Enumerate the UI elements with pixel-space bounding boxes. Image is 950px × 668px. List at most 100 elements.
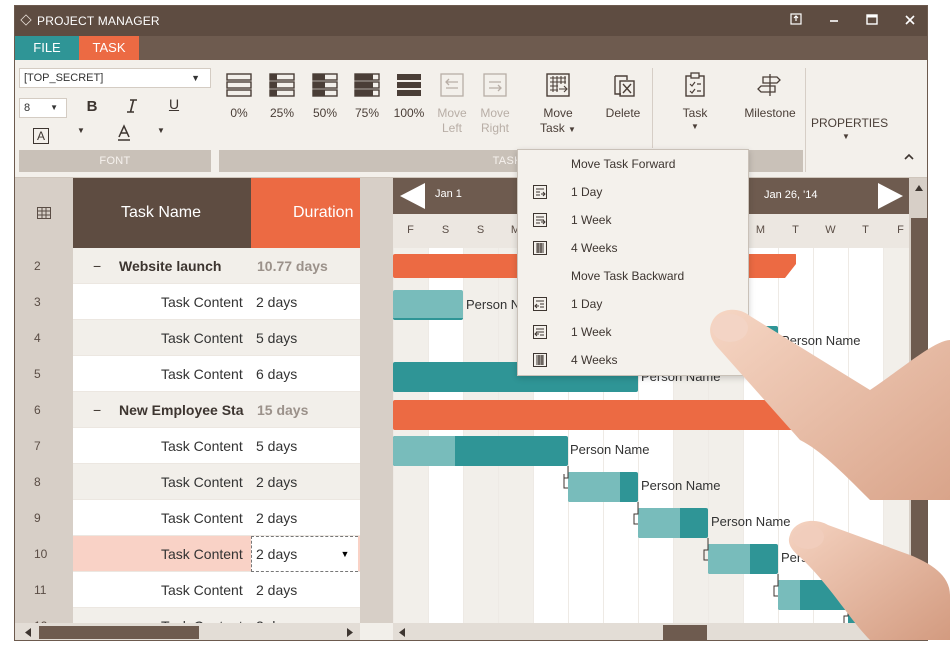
grid-icon[interactable] — [37, 207, 51, 219]
percent-100-button[interactable]: 100% — [391, 72, 427, 120]
move-forward-1-week[interactable]: 1 Week — [518, 206, 750, 234]
table-row[interactable]: 4 Task Content 5 days — [15, 320, 360, 356]
task-name: Task Content — [161, 582, 243, 598]
percent-75-button[interactable]: 75% — [351, 72, 383, 120]
table-row-selected[interactable]: 10 Task Content 2 days ▼ — [15, 536, 360, 572]
horizontal-scrollbar-grid[interactable] — [15, 623, 360, 640]
group-label-font: FONT — [19, 150, 211, 172]
delete-label: Delete — [605, 106, 641, 120]
chevron-down-icon: ▼ — [842, 132, 850, 141]
signpost-icon — [757, 74, 781, 96]
italic-button[interactable] — [123, 98, 141, 118]
percent-25-button[interactable]: 25% — [266, 72, 298, 120]
highlight-button[interactable] — [115, 124, 133, 146]
scroll-thumb[interactable] — [663, 625, 707, 640]
table-row[interactable]: 8 Task Content 2 days — [15, 464, 360, 500]
ribbon-divider — [652, 68, 653, 148]
app-icon — [20, 14, 32, 26]
task-name: Task Content — [161, 330, 243, 346]
window-title: PROJECT MANAGER — [37, 14, 160, 28]
move-task-label-1: Move — [543, 106, 573, 120]
close-button[interactable] — [901, 12, 919, 30]
table-row[interactable]: 6 − New Employee Sta 15 days — [15, 392, 360, 428]
move-right-button[interactable]: Move Right — [477, 72, 513, 136]
table-row[interactable]: 3 Task Content 2 days — [15, 284, 360, 320]
task-button[interactable]: Task ▼ — [675, 72, 715, 133]
font-color-dropdown[interactable]: ▼ — [77, 126, 85, 135]
tab-file[interactable]: FILE — [15, 36, 79, 60]
duration-editor-value: 2 days — [256, 546, 298, 562]
task-name: Task Content — [161, 294, 243, 310]
collapse-ribbon-button[interactable] — [901, 152, 917, 164]
move-task-icon — [546, 73, 570, 97]
duration-editor[interactable]: 2 days ▼ — [251, 536, 358, 572]
scroll-thumb[interactable] — [39, 626, 199, 639]
move-right-label-1: Move — [480, 106, 510, 120]
table-row[interactable]: 11 Task Content 2 days — [15, 572, 360, 608]
task-grid: Task Name Duration 2 − Website launch 10.7… — [15, 178, 360, 623]
move-right-icon — [483, 73, 507, 97]
underline-button[interactable]: U — [165, 96, 183, 112]
ribbon-divider — [805, 68, 806, 172]
move-left-button[interactable]: Move Left — [435, 72, 469, 136]
task-duration: 2 days — [256, 510, 298, 526]
move-forward-4-weeks[interactable]: 4 Weeks — [518, 234, 750, 262]
task-name: Task Content — [161, 546, 243, 562]
percent-50-label: 50% — [312, 106, 338, 120]
scroll-left-icon[interactable] — [25, 628, 31, 637]
restore-icon[interactable] — [787, 12, 805, 30]
font-size-select[interactable]: 8 ▼ — [19, 98, 67, 118]
menu-item-label: 1 Week — [571, 213, 612, 227]
font-color-button[interactable]: A — [33, 128, 49, 144]
delete-icon — [614, 75, 635, 97]
calendar-forward-icon — [533, 241, 547, 255]
percent-25-label: 25% — [269, 106, 295, 120]
percent-50-button[interactable]: 50% — [309, 72, 341, 120]
row-number: 5 — [34, 367, 41, 381]
task-name: New Employee Sta — [119, 402, 244, 418]
collapse-icon[interactable]: − — [93, 392, 101, 428]
font-name-select[interactable]: [TOP_SECRET] ▼ — [19, 68, 211, 88]
task-duration: 6 days — [256, 366, 298, 382]
chevron-down-icon[interactable]: ▼ — [332, 537, 358, 571]
scroll-right-icon[interactable] — [347, 628, 353, 637]
move-forward-1-day[interactable]: 1 Day — [518, 178, 750, 206]
task-name: Task Content — [161, 438, 243, 454]
task-duration: 15 days — [257, 402, 309, 418]
table-row[interactable]: 5 Task Content 6 days — [15, 356, 360, 392]
row-number: 9 — [34, 511, 41, 525]
hand-touch-image — [710, 309, 950, 500]
font-size-value: 8 — [24, 102, 31, 114]
move-task-button[interactable]: Move Task ▼ — [539, 72, 577, 137]
percent-0-button[interactable]: 0% — [223, 72, 255, 120]
chevron-down-icon: ▼ — [50, 103, 58, 112]
bold-button[interactable]: B — [83, 98, 101, 115]
calendar-forward-icon — [533, 213, 547, 227]
table-row[interactable]: 2 − Website launch 10.77 days — [15, 248, 360, 284]
column-header-duration[interactable]: Duration — [251, 178, 360, 248]
ribbon: [TOP_SECRET] ▼ 8 ▼ B U A ▼ ▼ FONT 0% 25% — [15, 60, 927, 178]
maximize-button[interactable] — [863, 12, 881, 30]
menu-item-label: 1 Day — [571, 297, 603, 311]
delete-button[interactable]: Delete — [603, 72, 643, 120]
properties-label: PROPERTIES — [811, 116, 889, 130]
table-row[interactable]: 7 Task Content 5 days — [15, 428, 360, 464]
calendar-forward-icon — [533, 185, 547, 199]
task-duration: 2 days — [256, 474, 298, 490]
row-number: 7 — [34, 439, 41, 453]
task-duration: 5 days — [256, 330, 298, 346]
row-number: 11 — [34, 583, 47, 597]
properties-button[interactable]: PROPERTIES ▼ — [811, 116, 889, 143]
column-header-task-name[interactable]: Task Name — [73, 178, 251, 248]
menu-item-label: 1 Week — [571, 325, 612, 339]
milestone-button[interactable]: Milestone — [739, 72, 801, 120]
table-row[interactable]: 9 Task Content 2 days — [15, 500, 360, 536]
tab-task[interactable]: TASK — [79, 36, 139, 60]
minimize-button[interactable] — [825, 12, 843, 30]
highlight-dropdown[interactable]: ▼ — [157, 126, 165, 135]
scroll-left-icon[interactable] — [399, 628, 405, 637]
collapse-icon[interactable]: − — [93, 248, 101, 284]
scroll-up-icon[interactable] — [914, 184, 924, 192]
pane-splitter[interactable] — [360, 178, 393, 623]
table-row[interactable]: 12 Task Content 2 days — [15, 608, 360, 623]
